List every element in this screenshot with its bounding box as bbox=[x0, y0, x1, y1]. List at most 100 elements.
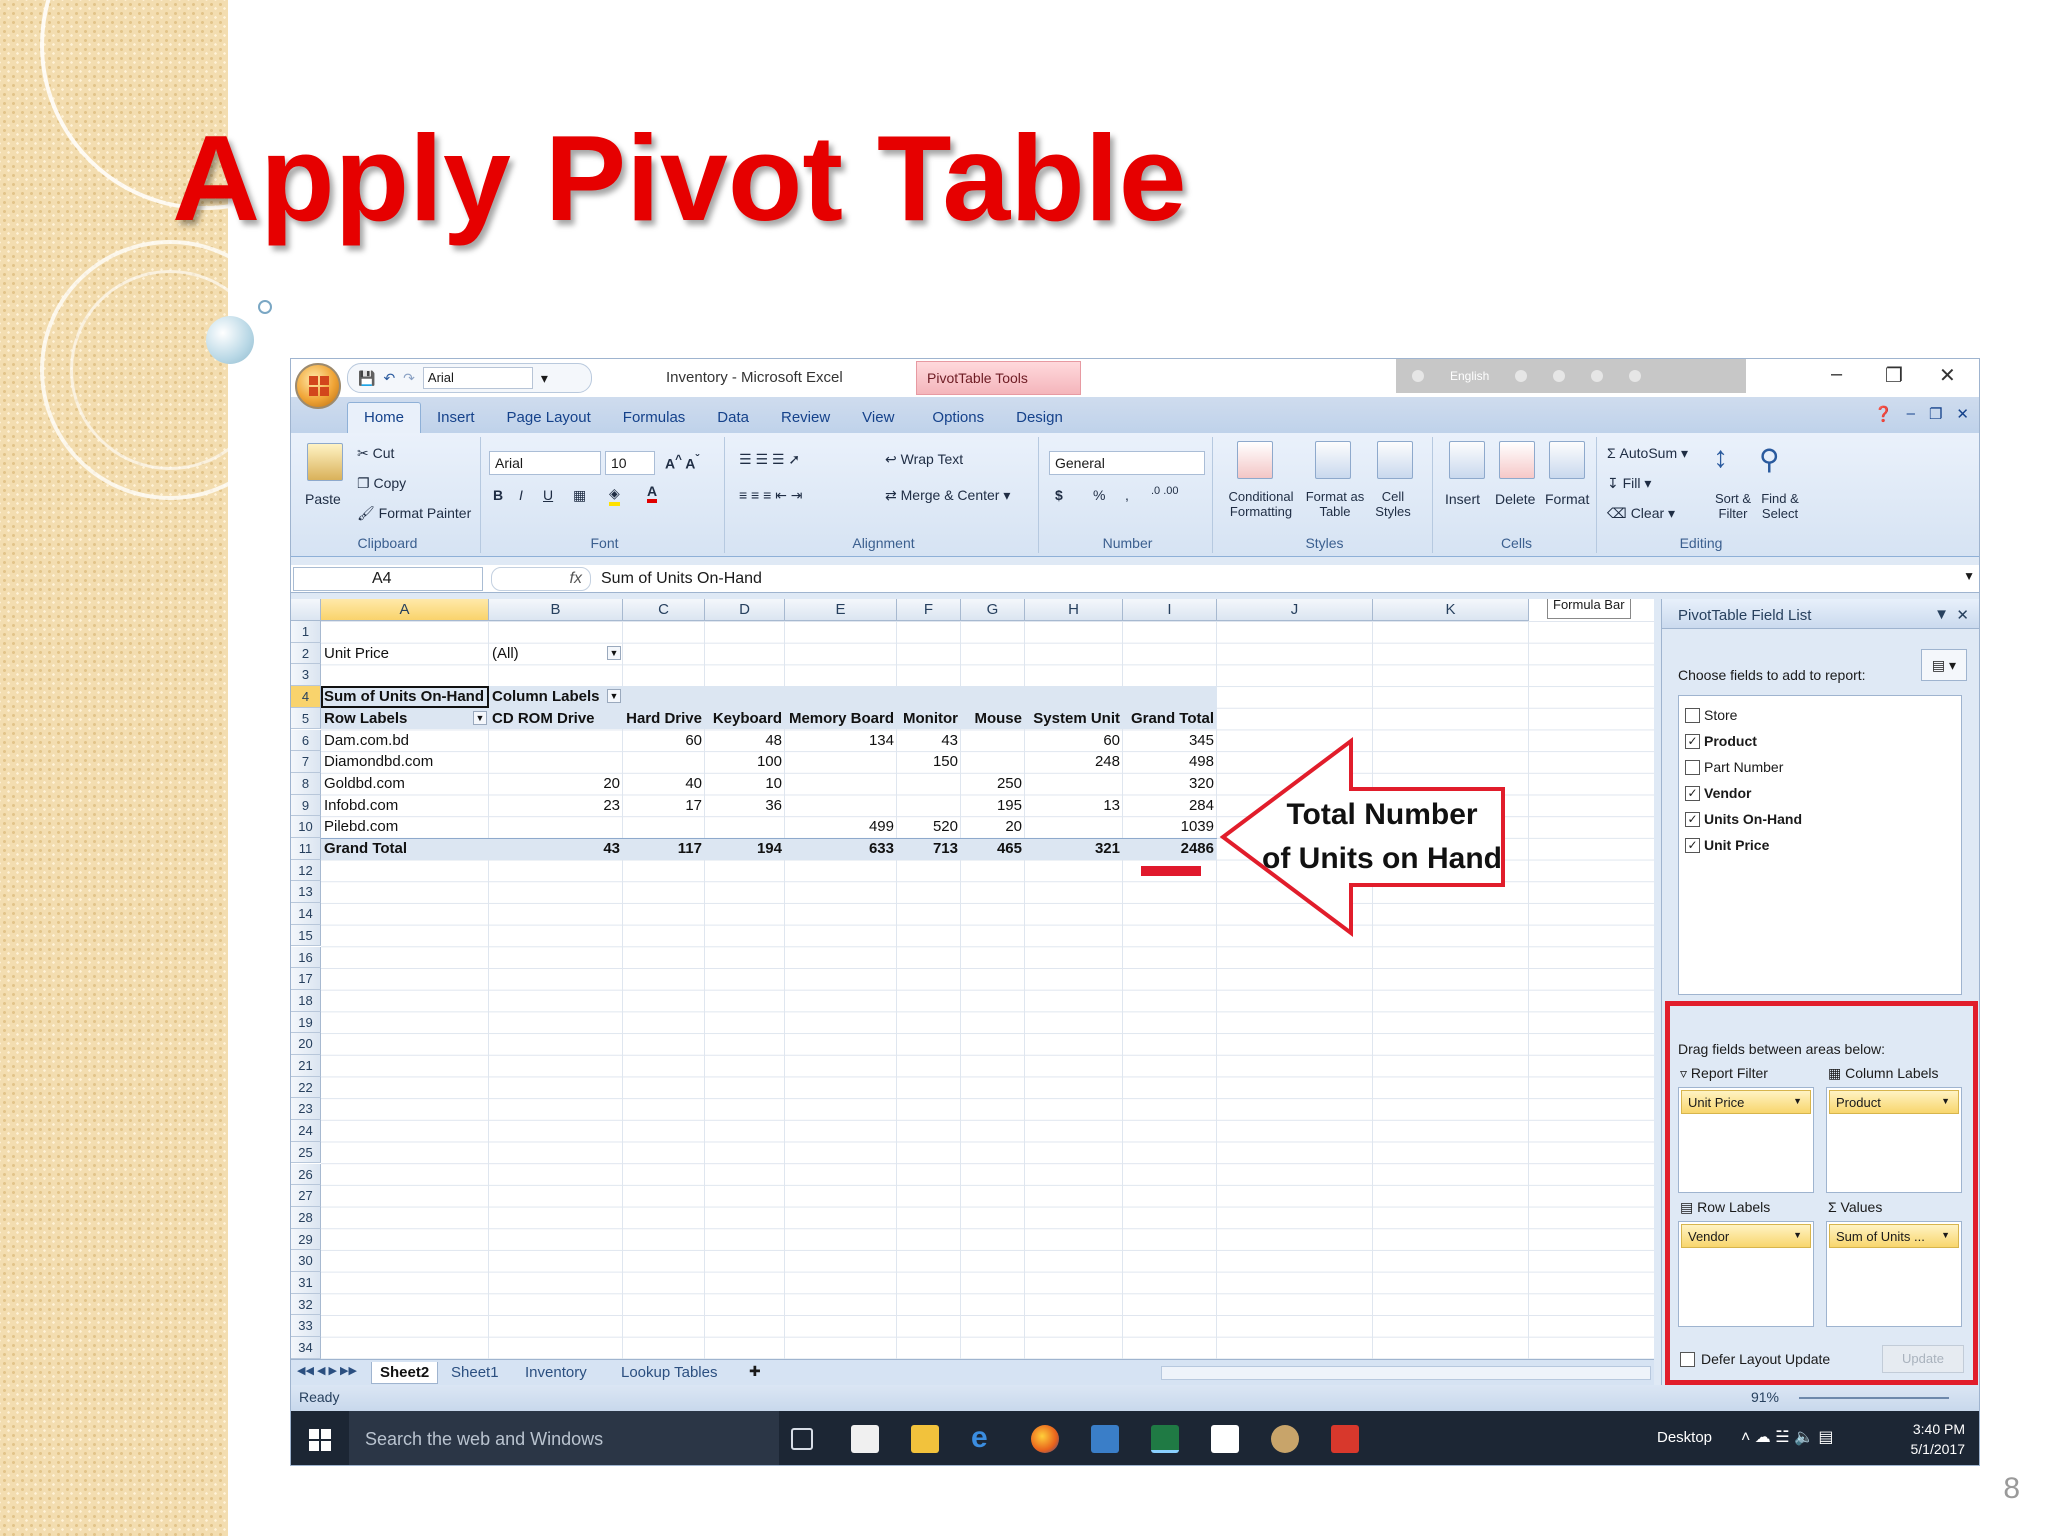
format-as-table-button[interactable]: Format as Table bbox=[1303, 489, 1367, 519]
pivot-column-header[interactable]: CD ROM Drive bbox=[489, 708, 623, 730]
pivot-filter-label[interactable]: Unit Price bbox=[321, 643, 489, 665]
windows-start-icon[interactable] bbox=[309, 1429, 331, 1451]
file-explorer-icon[interactable] bbox=[911, 1425, 939, 1453]
row-header[interactable]: 31 bbox=[291, 1272, 321, 1294]
minimize-icon[interactable]: – bbox=[1831, 363, 1842, 386]
pivot-column-header[interactable]: Mouse bbox=[961, 708, 1025, 730]
row-header[interactable]: 14 bbox=[291, 903, 321, 925]
conditional-formatting-icon[interactable] bbox=[1237, 441, 1273, 479]
column-header[interactable]: I bbox=[1123, 599, 1217, 621]
column-header[interactable]: E bbox=[785, 599, 897, 621]
horizontal-scrollbar[interactable] bbox=[1161, 1366, 1651, 1380]
worksheet-grid[interactable]: Formula Bar A B C D E F G H I J K 1 2 3 4 5 6 7 8 9 10 11 12 13… bbox=[291, 599, 1654, 1359]
italic-button[interactable]: I bbox=[519, 487, 523, 503]
ribbon-minimize-icon[interactable]: – bbox=[1907, 405, 1915, 423]
pivot-value-cell[interactable]: 48 bbox=[705, 730, 785, 752]
align-left-icon[interactable]: ≡ ≡ ≡ ⇤ ⇥ bbox=[739, 487, 803, 504]
tab-page-layout[interactable]: Page Layout bbox=[491, 409, 607, 433]
pivot-value-cell[interactable]: 134 bbox=[785, 730, 897, 752]
pivot-value-cell[interactable]: 60 bbox=[1025, 730, 1123, 752]
sheet-tab-inventory[interactable]: Inventory bbox=[517, 1362, 595, 1384]
find-select-button[interactable]: Find & Select bbox=[1755, 491, 1805, 521]
grand-total-value[interactable]: 43 bbox=[489, 838, 623, 860]
format-table-icon[interactable] bbox=[1315, 441, 1351, 479]
grand-total-value[interactable]: 321 bbox=[1025, 838, 1123, 860]
field-item[interactable]: Store bbox=[1685, 702, 1955, 728]
row-header[interactable]: 34 bbox=[291, 1337, 321, 1359]
underline-button[interactable]: U bbox=[543, 487, 553, 503]
field-item[interactable]: ✓ Vendor bbox=[1685, 780, 1955, 806]
format-cells-button[interactable]: Format bbox=[1545, 491, 1589, 507]
restore-icon[interactable]: ❐ bbox=[1885, 363, 1903, 388]
row-header[interactable]: 3 bbox=[291, 664, 321, 687]
field-item[interactable]: ✓ Units On-Hand bbox=[1685, 806, 1955, 832]
row-header[interactable]: 6 bbox=[291, 729, 321, 752]
grand-total-value[interactable]: 194 bbox=[705, 838, 785, 860]
qat-font-box[interactable]: Arial bbox=[422, 367, 533, 389]
align-top-icon[interactable]: ☰ ☰ ☰ ➚ bbox=[739, 451, 800, 468]
pivot-value-cell[interactable]: 345 bbox=[1123, 730, 1217, 752]
row-header[interactable]: 27 bbox=[291, 1185, 321, 1207]
row-header[interactable]: 28 bbox=[291, 1206, 321, 1229]
tab-view[interactable]: View bbox=[846, 409, 910, 433]
task-view-icon[interactable] bbox=[791, 1428, 813, 1450]
field-item[interactable]: ✓ Product bbox=[1685, 728, 1955, 754]
formula-expand-icon[interactable]: ▼ bbox=[1963, 569, 1975, 583]
pivot-column-header[interactable]: Monitor bbox=[897, 708, 961, 730]
row-header[interactable]: 5 bbox=[291, 707, 321, 730]
row-header[interactable]: 18 bbox=[291, 989, 321, 1012]
autosum-button[interactable]: Σ AutoSum ▾ bbox=[1607, 445, 1688, 462]
percent-button[interactable]: % bbox=[1093, 487, 1105, 503]
pivot-value-cell[interactable]: 248 bbox=[1025, 751, 1123, 773]
sheet-tab-sheet2[interactable]: Sheet2 bbox=[371, 1362, 439, 1384]
pivot-column-header[interactable]: Hard Drive bbox=[623, 708, 705, 730]
pivot-column-header[interactable]: Memory Board bbox=[785, 708, 897, 730]
column-labels-dropdown-icon[interactable]: ▼ bbox=[607, 689, 621, 704]
pivot-value-cell[interactable]: 43 bbox=[897, 730, 961, 752]
pivot-row-label[interactable]: Diamondbd.com bbox=[321, 751, 489, 773]
field-list-close-icon[interactable]: ✕ bbox=[1956, 606, 1969, 624]
excel-taskbar-icon[interactable] bbox=[1151, 1425, 1179, 1453]
photos-icon[interactable] bbox=[1211, 1425, 1239, 1453]
delete-cells-button[interactable]: Delete bbox=[1495, 491, 1535, 507]
field-checkbox[interactable]: ✓ bbox=[1685, 733, 1700, 749]
tab-insert[interactable]: Insert bbox=[421, 409, 491, 433]
decimal-icon[interactable]: .0 .00 bbox=[1151, 485, 1179, 497]
grand-total-value[interactable]: 117 bbox=[623, 838, 705, 860]
pivot-value-cell[interactable]: 320 bbox=[1123, 773, 1217, 795]
help-icon[interactable]: ❓ bbox=[1874, 405, 1893, 423]
column-header[interactable]: B bbox=[489, 599, 623, 621]
cell-styles-icon[interactable] bbox=[1377, 441, 1413, 479]
comma-button[interactable]: , bbox=[1125, 487, 1129, 503]
field-layout-icon[interactable]: ▤ ▾ bbox=[1921, 649, 1967, 681]
row-header[interactable]: 2 bbox=[291, 642, 321, 665]
pivot-row-label[interactable]: Infobd.com bbox=[321, 795, 489, 817]
pivot-value-cell[interactable]: 1039 bbox=[1123, 816, 1217, 838]
pivot-value-cell[interactable]: 520 bbox=[897, 816, 961, 838]
field-checkbox[interactable]: ✓ bbox=[1685, 837, 1700, 853]
row-header[interactable]: 10 bbox=[291, 816, 321, 838]
tab-review[interactable]: Review bbox=[765, 409, 846, 433]
row-header[interactable]: 25 bbox=[291, 1141, 321, 1164]
row-header[interactable]: 20 bbox=[291, 1033, 321, 1055]
column-header[interactable]: K bbox=[1373, 599, 1529, 621]
format-cells-icon[interactable] bbox=[1549, 441, 1585, 479]
row-header[interactable]: 12 bbox=[291, 859, 321, 882]
ribbon-close-icon[interactable]: ✕ bbox=[1956, 405, 1969, 423]
field-checkbox[interactable] bbox=[1685, 707, 1700, 723]
pivot-row-label[interactable]: Goldbd.com bbox=[321, 773, 489, 795]
font-size-select[interactable]: 10 bbox=[605, 451, 655, 475]
clock[interactable]: 3:40 PM 5/1/2017 bbox=[1911, 1419, 1966, 1459]
cut-button[interactable]: ✂ Cut bbox=[357, 445, 394, 462]
copy-button[interactable]: ❐ Copy bbox=[357, 475, 406, 492]
row-header[interactable]: 30 bbox=[291, 1250, 321, 1272]
column-header[interactable]: F bbox=[897, 599, 961, 621]
office-button[interactable] bbox=[295, 363, 341, 409]
column-header[interactable]: H bbox=[1025, 599, 1123, 621]
pivot-value-cell[interactable]: 17 bbox=[623, 795, 705, 817]
grand-total-value[interactable]: 2486 bbox=[1123, 838, 1217, 860]
grow-font-icon[interactable]: A^ Aˇ bbox=[665, 453, 699, 472]
grand-total-value[interactable]: 465 bbox=[961, 838, 1025, 860]
borders-icon[interactable]: ▦ bbox=[573, 487, 586, 504]
tab-options[interactable]: Options bbox=[916, 409, 1000, 433]
